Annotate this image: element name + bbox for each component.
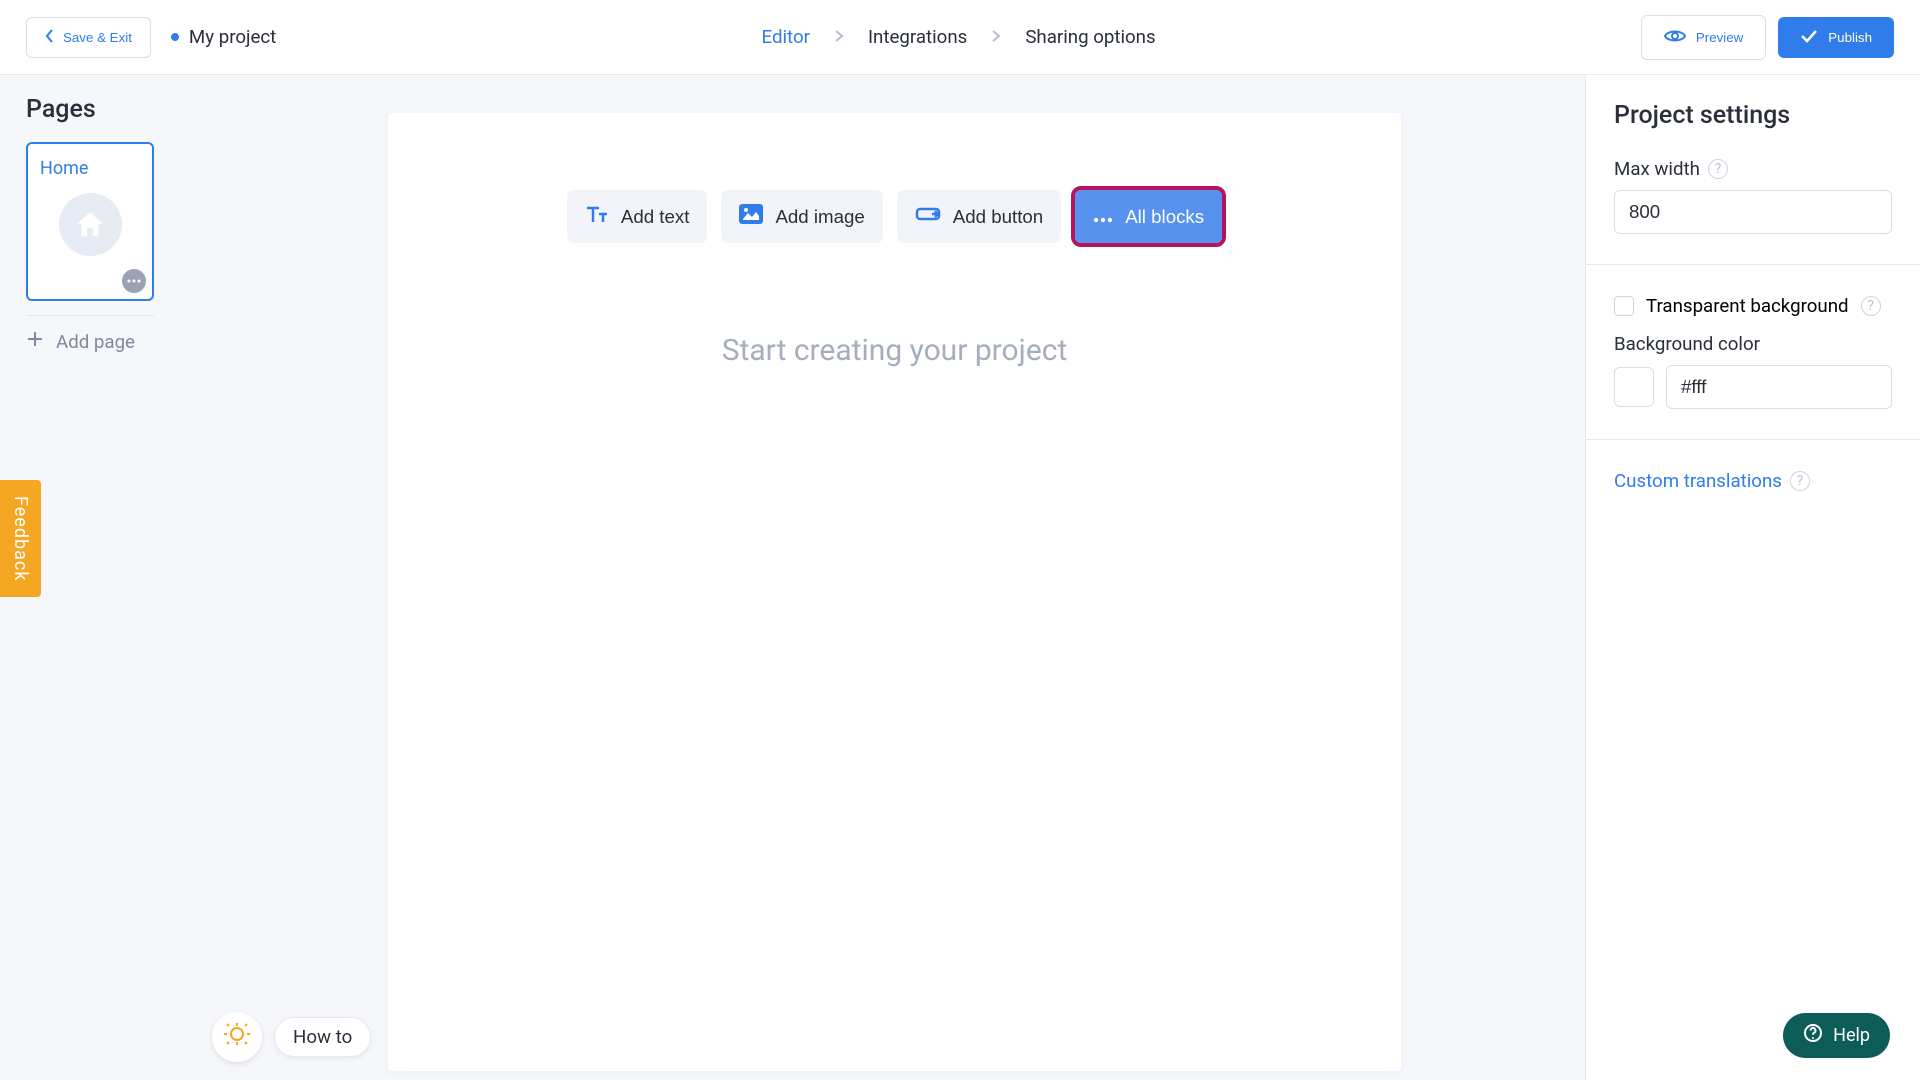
add-text-button[interactable]: Add text	[567, 190, 708, 243]
sidebar-title: Pages	[26, 95, 174, 124]
howto-label: How to	[293, 1026, 352, 1048]
help-icon[interactable]: ?	[1861, 296, 1881, 316]
page-card-home[interactable]: Home	[26, 142, 154, 301]
check-icon	[1800, 29, 1818, 46]
add-button-button[interactable]: Add button	[897, 190, 1061, 243]
more-horizontal-icon	[1093, 206, 1113, 228]
page-card-label: Home	[40, 158, 140, 179]
eye-icon	[1664, 28, 1686, 47]
header-nav: Editor Integrations Sharing options	[762, 26, 1156, 48]
bg-color-input[interactable]	[1666, 365, 1892, 409]
page-card-more-button[interactable]	[122, 269, 146, 293]
plus-icon	[26, 330, 44, 353]
publish-label: Publish	[1828, 30, 1872, 45]
preview-label: Preview	[1696, 30, 1743, 45]
all-blocks-button[interactable]: All blocks	[1075, 190, 1222, 243]
max-width-label: Max width ?	[1614, 158, 1892, 180]
transparent-bg-checkbox[interactable]	[1614, 296, 1634, 316]
add-image-button[interactable]: Add image	[721, 190, 882, 243]
max-width-label-text: Max width	[1614, 158, 1700, 180]
custom-translations-link[interactable]: Custom translations ?	[1614, 470, 1892, 492]
add-button-label: Add button	[953, 206, 1043, 228]
help-icon[interactable]: ?	[1790, 471, 1810, 491]
canvas: Add text Add image Add button All blocks…	[388, 113, 1401, 1071]
bg-color-label: Background color	[1614, 333, 1892, 355]
chevron-left-icon	[45, 28, 55, 47]
preview-button[interactable]: Preview	[1641, 15, 1766, 60]
max-width-input[interactable]	[1614, 190, 1892, 234]
save-exit-button[interactable]: Save & Exit	[26, 17, 151, 58]
text-icon	[585, 204, 609, 229]
header-right: Preview Publish	[1641, 15, 1894, 60]
add-text-label: Add text	[621, 206, 690, 228]
chevron-right-icon	[832, 26, 846, 48]
add-page-button[interactable]: Add page	[26, 330, 174, 353]
all-blocks-label: All blocks	[1125, 206, 1204, 228]
help-circle-icon	[1803, 1023, 1823, 1048]
transparent-bg-label: Transparent background	[1646, 295, 1849, 317]
transparent-bg-row: Transparent background ?	[1614, 295, 1892, 317]
nav-step-editor[interactable]: Editor	[762, 26, 810, 48]
settings-panel: Project settings Max width ? Transparent…	[1585, 75, 1920, 1080]
feedback-label: Feedback	[10, 496, 31, 581]
divider	[26, 315, 154, 316]
add-image-label: Add image	[775, 206, 864, 228]
howto-button[interactable]: How to	[274, 1017, 371, 1057]
bg-color-swatch[interactable]	[1614, 367, 1654, 407]
help-label: Help	[1833, 1025, 1870, 1046]
add-page-label: Add page	[56, 331, 135, 353]
chevron-right-icon	[989, 26, 1003, 48]
top-header: Save & Exit My project Editor Integratio…	[0, 0, 1920, 75]
nav-step-integrations[interactable]: Integrations	[868, 26, 967, 48]
custom-translations-label: Custom translations	[1614, 470, 1782, 492]
project-name-label: My project	[189, 26, 276, 48]
home-icon	[59, 193, 122, 256]
help-icon[interactable]: ?	[1708, 159, 1728, 179]
help-widget[interactable]: Help	[1783, 1013, 1890, 1058]
lightbulb-icon	[222, 1020, 252, 1055]
howto-bulb-button[interactable]	[212, 1012, 262, 1062]
bg-color-row	[1614, 365, 1892, 409]
save-exit-label: Save & Exit	[63, 30, 132, 45]
unsaved-dot-icon	[171, 33, 179, 41]
canvas-placeholder: Start creating your project	[388, 333, 1401, 368]
nav-step-sharing[interactable]: Sharing options	[1025, 26, 1155, 48]
project-name: My project	[171, 26, 276, 48]
image-icon	[739, 204, 763, 229]
publish-button[interactable]: Publish	[1778, 17, 1894, 58]
header-left: Save & Exit My project	[26, 17, 276, 58]
settings-title: Project settings	[1614, 101, 1892, 130]
divider	[1586, 439, 1920, 440]
feedback-tab[interactable]: Feedback	[0, 480, 41, 597]
howto-widget: How to	[212, 1012, 371, 1062]
divider	[1586, 264, 1920, 265]
block-toolbar: Add text Add image Add button All blocks	[388, 113, 1401, 243]
button-icon	[915, 205, 941, 228]
